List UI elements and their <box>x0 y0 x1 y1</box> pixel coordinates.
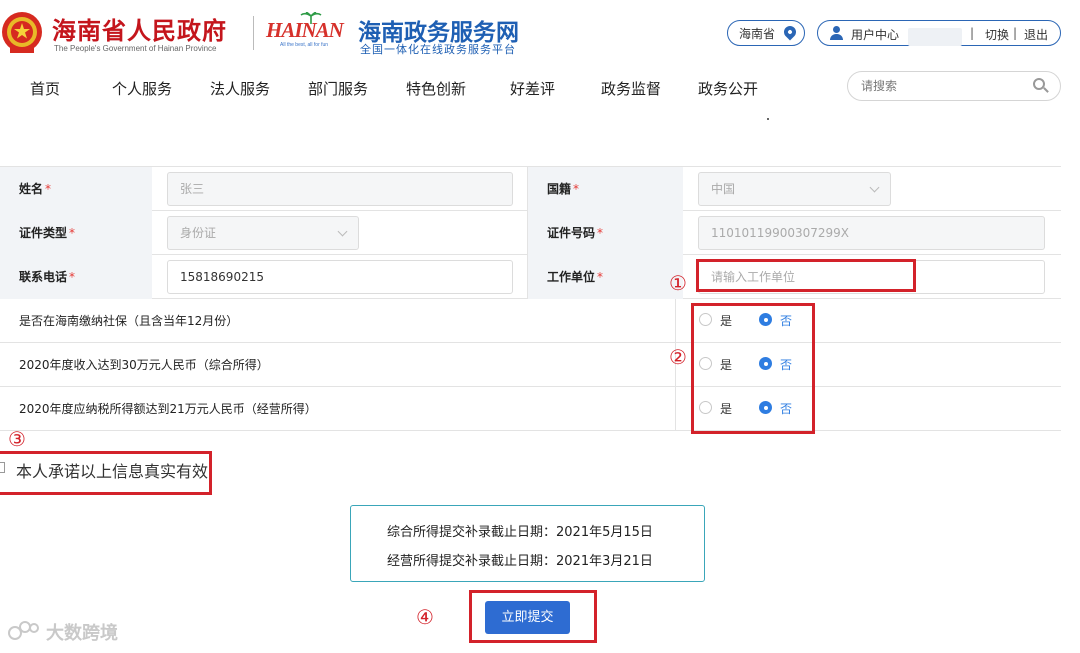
portal-subtitle: 全国一体化在线政务服务平台 <box>360 43 516 56</box>
nationality-label: 国籍 * <box>528 167 683 211</box>
deadline-notice: 综合所得提交补录截止日期：2021年5月15日 经营所得提交补录截止日期：202… <box>350 505 705 582</box>
nav-item-department[interactable]: 部门服务 <box>308 78 368 99</box>
annotation-box-employer <box>696 259 916 292</box>
annotation-number-1: ① <box>669 271 687 295</box>
question-row: 2020年度应纳税所得额达到21万元人民币（经营所得） 是 否 <box>0 387 1061 431</box>
question-social-security: 是否在海南缴纳社保（且含当年12月份） <box>19 314 239 328</box>
id-number-field: 11010119900307299X <box>698 216 1045 250</box>
phone-field[interactable]: 15818690215 <box>167 260 513 294</box>
switch-link[interactable]: 切换 <box>985 26 1009 43</box>
nav-item-personal[interactable]: 个人服务 <box>112 78 172 99</box>
nav-item-rating[interactable]: 好差评 <box>510 78 555 99</box>
hainan-logo-tagline: All the best, all for fun <box>280 42 329 48</box>
annotation-number-3: ③ <box>8 427 26 451</box>
annotation-number-2: ② <box>669 345 687 369</box>
region-label: 海南省 <box>739 26 776 41</box>
username-redacted <box>908 28 962 46</box>
gov-title: 海南省人民政府 <box>52 16 227 45</box>
gov-subtitle: The People's Government of Hainan Provin… <box>54 44 217 53</box>
chevron-down-icon <box>337 226 348 237</box>
id-type-label: 证件类型 * <box>0 211 152 255</box>
annotation-box-commitment <box>0 451 212 495</box>
site-header: 海南省人民政府 The People's Government of Haina… <box>0 0 1080 62</box>
id-number-label: 证件号码 * <box>528 211 683 255</box>
chevron-down-icon <box>869 182 880 193</box>
palm-tree-icon <box>300 12 322 24</box>
location-pin-icon <box>781 23 799 41</box>
annotation-box-submit <box>469 590 597 643</box>
applicant-form: 姓名 * 张三 国籍 * 中国 证件类型 * 身份证 证件号码 * 1101011990… <box>0 166 1061 431</box>
column-divider <box>675 387 676 431</box>
nav-item-innovation[interactable]: 特色创新 <box>406 78 466 99</box>
phone-label: 联系电话 * <box>0 255 152 299</box>
name-field: 张三 <box>167 172 513 206</box>
search-input[interactable] <box>861 77 1031 95</box>
watermark: 大数跨境 <box>8 619 118 645</box>
employer-label: 工作单位 * <box>528 255 683 299</box>
question-row: 2020年度收入达到30万元人民币（综合所得） 是 否 <box>0 343 1061 387</box>
watermark-text: 大数跨境 <box>46 623 118 644</box>
nav-item-supervision[interactable]: 政务监督 <box>601 78 661 99</box>
header-divider <box>253 16 254 50</box>
form-row-name: 姓名 * 张三 国籍 * 中国 <box>0 167 1061 211</box>
deadline-business: 经营所得提交补录截止日期：2021年3月21日 <box>387 554 653 569</box>
stray-dot <box>767 118 769 120</box>
separator: | <box>970 26 975 40</box>
question-income: 2020年度收入达到30万元人民币（综合所得） <box>19 358 269 372</box>
user-icon <box>830 26 843 40</box>
deadline-comprehensive: 综合所得提交补录截止日期：2021年5月15日 <box>387 525 653 540</box>
national-emblem-icon <box>2 12 42 53</box>
search-icon[interactable] <box>1033 78 1049 94</box>
name-label: 姓名 * <box>0 167 152 211</box>
region-selector[interactable]: 海南省 <box>727 20 805 46</box>
logout-link[interactable]: 退出 <box>1024 26 1048 43</box>
annotation-box-radios <box>691 303 815 434</box>
nav-item-home[interactable]: 首页 <box>30 78 60 99</box>
annotation-number-4: ④ <box>416 605 434 629</box>
question-business-tax: 2020年度应纳税所得额达到21万元人民币（经营所得） <box>19 402 317 416</box>
hainan-logo: HAINAN All the best, all for fun <box>266 12 348 52</box>
watermark-logo-icon <box>8 621 42 643</box>
nav-item-disclosure[interactable]: 政务公开 <box>698 78 758 99</box>
search-box <box>847 71 1061 101</box>
column-divider <box>675 299 676 343</box>
nav-item-legal[interactable]: 法人服务 <box>210 78 270 99</box>
question-row: 是否在海南缴纳社保（且含当年12月份） 是 否 <box>0 299 1061 343</box>
nationality-select: 中国 <box>698 172 891 206</box>
user-center-link[interactable]: 用户中心 <box>851 26 899 43</box>
id-type-select: 身份证 <box>167 216 359 250</box>
form-row-id: 证件类型 * 身份证 证件号码 * 11010119900307299X <box>0 211 1061 255</box>
separator: | <box>1013 26 1018 40</box>
